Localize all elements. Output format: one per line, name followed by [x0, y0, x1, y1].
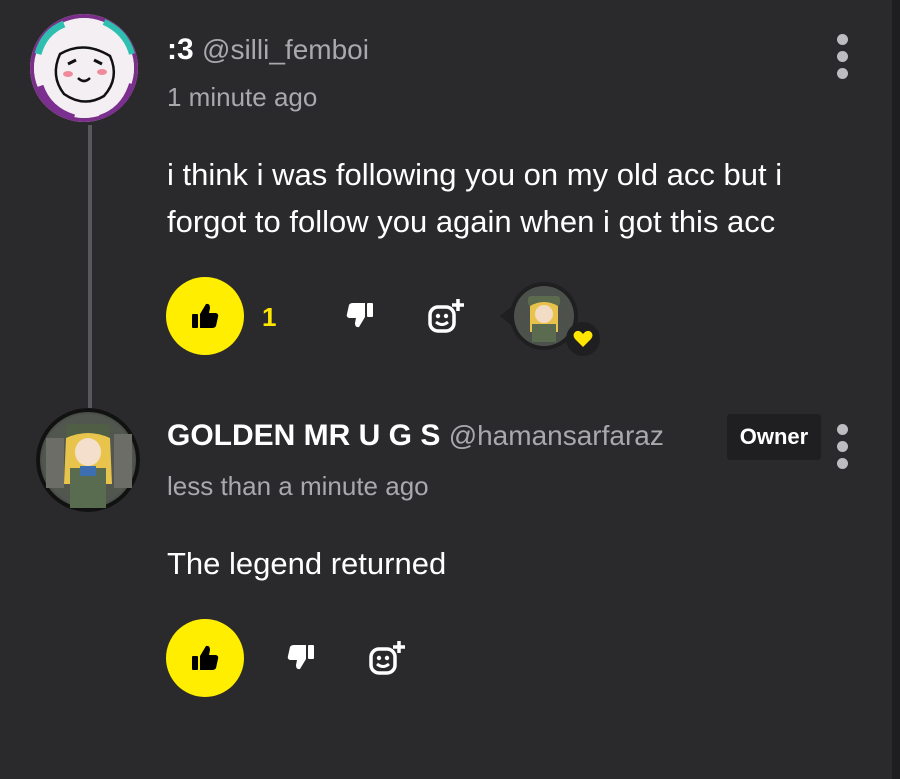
thumbs-down-icon	[346, 303, 373, 328]
reply-add-reaction-button[interactable]	[366, 638, 408, 678]
reply-like-button[interactable]	[166, 619, 244, 697]
thread-line	[88, 125, 92, 410]
more-dot-icon	[836, 458, 848, 469]
heart-badge	[566, 322, 600, 356]
reply-author-handle[interactable]: @hamansarfaraz	[449, 420, 664, 451]
more-dot-icon	[836, 51, 848, 62]
comment-author[interactable]: :3 @silli_femboi	[167, 33, 369, 67]
reply-author-name[interactable]: GOLDEN MR U G S	[167, 419, 440, 452]
comment-text-line: forgot to follow you again when i got th…	[167, 204, 776, 239]
more-dot-icon	[836, 68, 848, 79]
reply-timestamp[interactable]: less than a minute ago	[167, 471, 429, 502]
thumbs-up-icon	[192, 645, 219, 670]
add-emoji-icon	[369, 641, 405, 675]
thumbs-down-icon	[287, 645, 314, 670]
reply-text: The legend returned	[167, 546, 447, 581]
reply-dislike-button[interactable]	[285, 642, 317, 672]
comment-author-name[interactable]: :3	[167, 33, 194, 66]
reply-author[interactable]: GOLDEN MR U G S @hamansarfaraz	[167, 419, 664, 453]
heart-icon	[573, 330, 593, 347]
owner-badge: Owner	[727, 414, 821, 460]
doodle-face-avatar-icon	[34, 18, 135, 122]
anime-character-avatar-icon	[42, 414, 134, 508]
more-dot-icon	[836, 441, 848, 452]
reply-more-options-button[interactable]	[836, 424, 848, 469]
scrollbar-edge	[892, 0, 900, 779]
reply-author-avatar[interactable]	[36, 408, 140, 512]
more-dot-icon	[836, 34, 848, 45]
comment-like-button[interactable]	[166, 277, 244, 355]
comment-author-handle[interactable]: @silli_femboi	[202, 34, 369, 65]
more-dot-icon	[836, 424, 848, 435]
comment-like-count: 1	[262, 302, 277, 332]
commenter-avatar[interactable]	[30, 14, 138, 122]
comment-text: i think i was following you on my old ac…	[167, 151, 867, 245]
comment-timestamp[interactable]: 1 minute ago	[167, 82, 317, 113]
comment-text-line: i think i was following you on my old ac…	[167, 157, 783, 192]
add-emoji-icon	[428, 299, 464, 333]
creator-heart	[500, 282, 610, 356]
comment-dislike-button[interactable]	[344, 300, 376, 330]
comment-add-reaction-button[interactable]	[425, 296, 467, 336]
comment-more-options-button[interactable]	[836, 34, 848, 79]
thumbs-up-icon	[192, 303, 219, 328]
